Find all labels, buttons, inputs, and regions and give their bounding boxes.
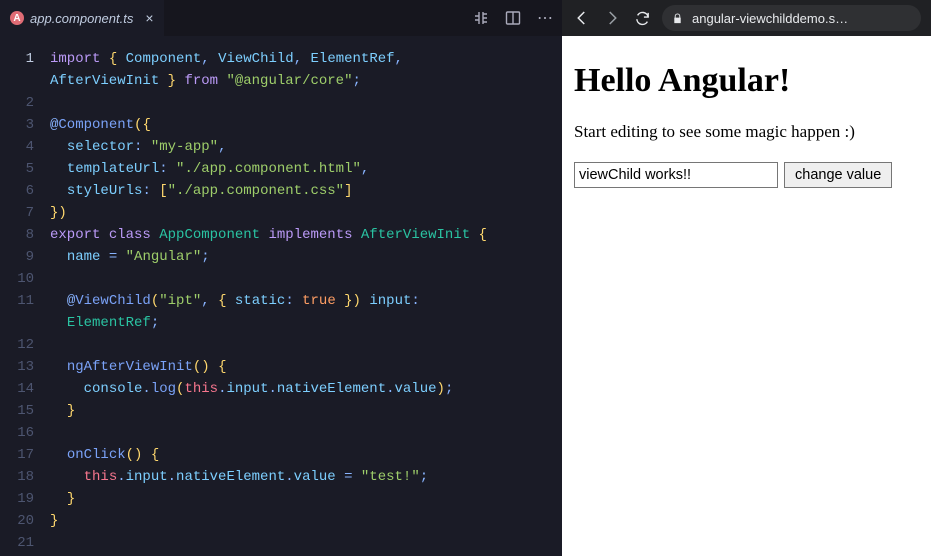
- code-line[interactable]: [50, 92, 562, 114]
- line-number: 11: [0, 290, 34, 312]
- code-line[interactable]: onClick() {: [50, 444, 562, 466]
- code-line[interactable]: styleUrls: ["./app.component.css"]: [50, 180, 562, 202]
- page-subtext: Start editing to see some magic happen :…: [574, 122, 919, 142]
- lock-icon: [672, 13, 684, 24]
- address-bar[interactable]: angular-viewchilddemo.s…: [662, 5, 921, 31]
- forward-icon[interactable]: [602, 8, 622, 28]
- line-number: 10: [0, 268, 34, 290]
- line-number: 21: [0, 532, 34, 554]
- line-number: 17: [0, 444, 34, 466]
- code-line[interactable]: @Component({: [50, 114, 562, 136]
- address-text: angular-viewchilddemo.s…: [692, 11, 848, 26]
- page-heading: Hello Angular!: [574, 62, 919, 100]
- line-number: 6: [0, 180, 34, 202]
- browser-toolbar: angular-viewchilddemo.s…: [562, 0, 931, 36]
- code-line[interactable]: AfterViewInit } from "@angular/core";: [50, 70, 562, 92]
- change-value-button[interactable]: change value: [784, 162, 892, 188]
- line-number: 4: [0, 136, 34, 158]
- browser-pane: angular-viewchilddemo.s… Hello Angular! …: [562, 0, 931, 556]
- code-line[interactable]: }): [50, 202, 562, 224]
- code-line[interactable]: [50, 334, 562, 356]
- split-editor-icon[interactable]: [504, 9, 522, 27]
- line-number: 7: [0, 202, 34, 224]
- code-line[interactable]: @ViewChild("ipt", { static: true }) inpu…: [50, 290, 562, 312]
- line-number: 13: [0, 356, 34, 378]
- compare-changes-icon[interactable]: [472, 9, 490, 27]
- editor-tabbar: A app.component.ts × ⋯: [0, 0, 562, 36]
- demo-row: change value: [574, 162, 919, 188]
- line-number: 18: [0, 466, 34, 488]
- line-number: 5: [0, 158, 34, 180]
- line-number: 15: [0, 400, 34, 422]
- code-content[interactable]: import { Component, ViewChild, ElementRe…: [44, 36, 562, 556]
- close-icon[interactable]: ×: [145, 10, 153, 26]
- code-line[interactable]: import { Component, ViewChild, ElementRe…: [50, 48, 562, 70]
- line-number: 8: [0, 224, 34, 246]
- code-line[interactable]: }: [50, 510, 562, 532]
- code-line[interactable]: this.input.nativeElement.value = "test!"…: [50, 466, 562, 488]
- line-number: [0, 70, 34, 92]
- editor-tab-actions: ⋯: [472, 0, 554, 36]
- code-line[interactable]: console.log(this.input.nativeElement.val…: [50, 378, 562, 400]
- line-number: 2: [0, 92, 34, 114]
- code-line[interactable]: }: [50, 488, 562, 510]
- line-number: 3: [0, 114, 34, 136]
- line-number: 14: [0, 378, 34, 400]
- code-line[interactable]: [50, 532, 562, 554]
- editor-pane: A app.component.ts × ⋯ 12345678910111213…: [0, 0, 562, 556]
- line-number: 19: [0, 488, 34, 510]
- code-line[interactable]: }: [50, 400, 562, 422]
- line-number: 9: [0, 246, 34, 268]
- code-line[interactable]: export class AppComponent implements Aft…: [50, 224, 562, 246]
- more-actions-icon[interactable]: ⋯: [536, 9, 554, 27]
- preview-page: Hello Angular! Start editing to see some…: [562, 36, 931, 556]
- code-line[interactable]: name = "Angular";: [50, 246, 562, 268]
- line-number: 1: [0, 48, 34, 70]
- code-line[interactable]: [50, 422, 562, 444]
- tab-filename: app.component.ts: [30, 11, 133, 26]
- angular-file-icon: A: [10, 11, 24, 25]
- code-area[interactable]: 123456789101112131415161718192021 import…: [0, 36, 562, 556]
- line-number: 16: [0, 422, 34, 444]
- back-icon[interactable]: [572, 8, 592, 28]
- line-number: [0, 312, 34, 334]
- code-line[interactable]: [50, 268, 562, 290]
- reload-icon[interactable]: [632, 8, 652, 28]
- code-line[interactable]: ngAfterViewInit() {: [50, 356, 562, 378]
- code-line[interactable]: templateUrl: "./app.component.html",: [50, 158, 562, 180]
- line-number-gutter: 123456789101112131415161718192021: [0, 36, 44, 556]
- code-line[interactable]: selector: "my-app",: [50, 136, 562, 158]
- line-number: 12: [0, 334, 34, 356]
- line-number: 20: [0, 510, 34, 532]
- editor-tab[interactable]: A app.component.ts ×: [0, 0, 164, 36]
- demo-input[interactable]: [574, 162, 778, 188]
- code-line[interactable]: ElementRef;: [50, 312, 562, 334]
